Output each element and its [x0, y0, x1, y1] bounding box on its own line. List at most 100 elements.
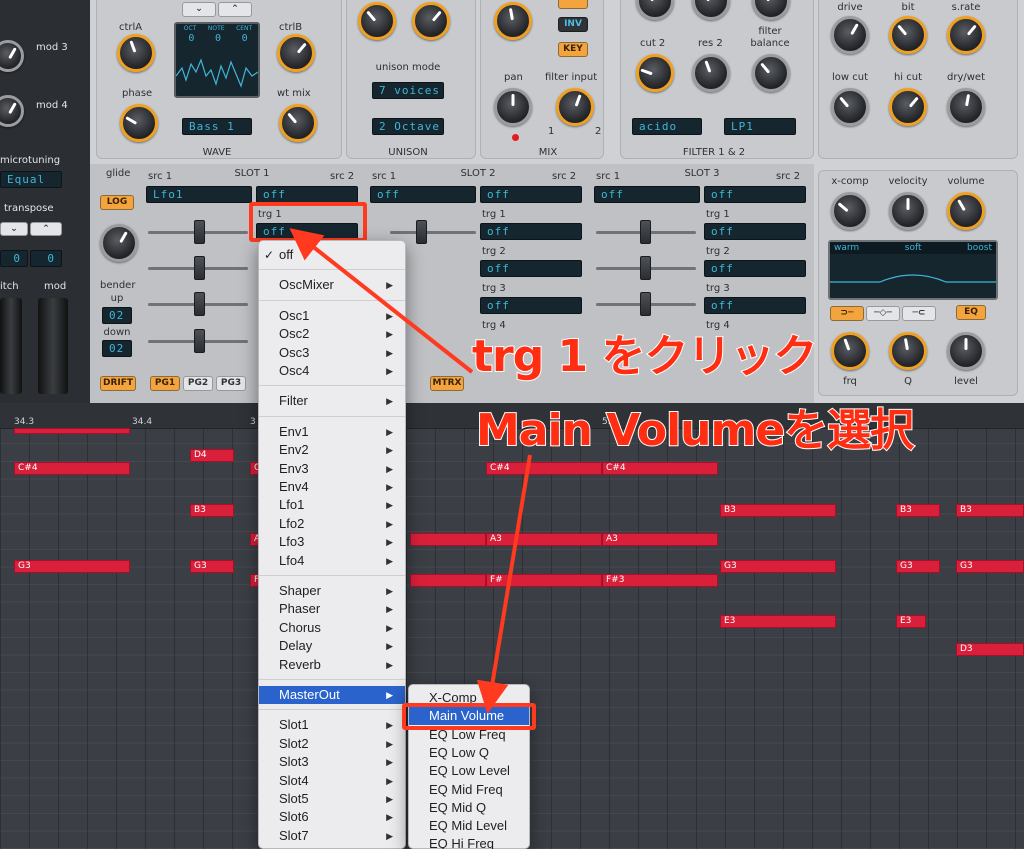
filter-input-knob[interactable]	[556, 88, 594, 126]
ctrlB-knob[interactable]	[277, 34, 315, 72]
note-g3-2[interactable]: G3	[190, 560, 234, 573]
transpose-down-button[interactable]: ⌄	[0, 222, 28, 236]
eq-highshelf-button[interactable]: ─⊂	[902, 306, 936, 321]
submenu-item-eq-hi-freq[interactable]: EQ Hi Freq	[409, 835, 529, 849]
wt-mix-knob[interactable]	[279, 104, 317, 142]
menu-item-osc4[interactable]: Osc4 ▶	[259, 362, 405, 380]
filter1-type-select[interactable]: acido	[632, 118, 702, 135]
slot1-amount1-thumb[interactable]	[194, 220, 205, 244]
menu-item-lfo1[interactable]: Lfo1 ▶	[259, 496, 405, 514]
inv-button[interactable]: INV	[558, 17, 588, 32]
menu-item-masterout[interactable]: MasterOut ▶	[259, 686, 405, 704]
velocity-knob[interactable]	[889, 192, 927, 230]
slot3-trg1-select[interactable]: off	[704, 223, 806, 240]
microtuning-select[interactable]: Equal	[0, 171, 62, 188]
res2-knob[interactable]	[692, 54, 730, 92]
eq-lowshelf-button[interactable]: ⊃─	[830, 306, 864, 321]
note-d4[interactable]: D4	[190, 449, 234, 462]
menu-item-env3[interactable]: Env3 ▶	[259, 460, 405, 478]
fx-bit-knob[interactable]	[889, 16, 927, 54]
slot3-amount2-thumb[interactable]	[640, 256, 651, 280]
mix-knob-top[interactable]	[494, 2, 532, 40]
menu-item-slot1[interactable]: Slot1 ▶	[259, 716, 405, 734]
eq-mode-boost[interactable]: boost	[967, 243, 992, 253]
menu-item-reverb[interactable]: Reverb ▶	[259, 656, 405, 674]
slot3-src2-select[interactable]: off	[704, 186, 806, 203]
note-f#[interactable]: F#	[486, 574, 602, 587]
phase-knob[interactable]	[120, 104, 158, 142]
slot1-amount3-thumb[interactable]	[194, 292, 205, 316]
eq-button[interactable]: EQ	[956, 305, 986, 320]
fx-srate-knob[interactable]	[947, 16, 985, 54]
note-g3-5[interactable]: G3	[956, 560, 1024, 573]
page1-button[interactable]: PG1	[150, 376, 180, 391]
menu-item-lfo4[interactable]: Lfo4 ▶	[259, 552, 405, 570]
eq-mode-warm[interactable]: warm	[834, 243, 859, 253]
fx-lowcut-knob[interactable]	[831, 88, 869, 126]
slot2-amount1-slider[interactable]	[390, 231, 476, 234]
note-b3-1[interactable]: B3	[190, 504, 234, 517]
slot3-amount1-thumb[interactable]	[640, 220, 651, 244]
submenu-item-eq-low-level[interactable]: EQ Low Level	[409, 762, 529, 780]
wave-next-button[interactable]: ⌃	[218, 2, 252, 17]
filter2-type-select[interactable]: LP1	[724, 118, 796, 135]
eq-peak-button[interactable]: ─◇─	[866, 306, 900, 321]
x-comp-knob[interactable]	[831, 192, 869, 230]
unison-knob-1[interactable]	[358, 2, 396, 40]
slot3-src1-select[interactable]: off	[594, 186, 700, 203]
slot3-amount3-thumb[interactable]	[640, 292, 651, 316]
slot2-trg1-select[interactable]: off	[480, 223, 582, 240]
note-a3-1[interactable]: A3	[486, 533, 602, 546]
submenu-item-eq-mid-q[interactable]: EQ Mid Q	[409, 799, 529, 817]
note-c#4-2[interactable]: C#4	[486, 462, 602, 475]
filter-balance-knob[interactable]	[752, 54, 790, 92]
slot1-amount4-thumb[interactable]	[194, 329, 205, 353]
bender-up-value[interactable]: 02	[102, 307, 132, 324]
slot2-src1-select[interactable]: off	[370, 186, 476, 203]
menu-item-chorus[interactable]: Chorus ▶	[259, 619, 405, 637]
note-c#4-3[interactable]: C#4	[602, 462, 718, 475]
menu-item-osc3[interactable]: Osc3 ▶	[259, 344, 405, 362]
note-f#3[interactable]: F#3	[602, 574, 718, 587]
mod-knob-top[interactable]	[0, 40, 24, 72]
menu-item-slot6[interactable]: Slot6 ▶	[259, 808, 405, 826]
ctrlA-knob[interactable]	[117, 34, 155, 72]
note-a3-mid[interactable]	[410, 533, 486, 546]
note-b3-3[interactable]: B3	[896, 504, 940, 517]
note-d3[interactable]: D3	[956, 643, 1024, 656]
menu-item-phaser[interactable]: Phaser ▶	[259, 600, 405, 618]
eq-q-knob[interactable]	[889, 332, 927, 370]
menu-item-osc2[interactable]: Osc2 ▶	[259, 325, 405, 343]
slot3-trg2-select[interactable]: off	[704, 260, 806, 277]
slot1-src1-select[interactable]: Lfo1	[146, 186, 252, 203]
eq-frq-knob[interactable]	[831, 332, 869, 370]
cut2-knob[interactable]	[636, 54, 674, 92]
mix-top-button[interactable]	[558, 0, 588, 9]
menu-item-env1[interactable]: Env1 ▶	[259, 423, 405, 441]
note-c#4-1[interactable]: C#4	[14, 462, 130, 475]
slot2-amount1-thumb[interactable]	[416, 220, 427, 244]
note-g3-1[interactable]: G3	[14, 560, 130, 573]
fx-hicut-knob[interactable]	[889, 88, 927, 126]
menu-item-oscmixer[interactable]: OscMixer ▶	[259, 276, 405, 294]
note-b3-2[interactable]: B3	[720, 504, 836, 517]
fx-drive-knob[interactable]	[831, 16, 869, 54]
note-g3-3[interactable]: G3	[720, 560, 836, 573]
menu-item-shaper[interactable]: Shaper ▶	[259, 582, 405, 600]
bender-down-value[interactable]: 02	[102, 340, 132, 357]
glide-knob[interactable]	[100, 224, 138, 262]
eq-mode-soft[interactable]: soft	[905, 243, 922, 253]
menu-item-off[interactable]: off	[259, 246, 405, 264]
menu-item-filter[interactable]: Filter ▶	[259, 392, 405, 410]
note-b3-4[interactable]: B3	[956, 504, 1024, 517]
volume-knob[interactable]	[947, 192, 985, 230]
unison-octave-select[interactable]: 2 Octave	[372, 118, 444, 135]
menu-item-slot3[interactable]: Slot3 ▶	[259, 753, 405, 771]
note-a3-2[interactable]: A3	[602, 533, 718, 546]
wave-prev-button[interactable]: ⌄	[182, 2, 216, 17]
log-button[interactable]: LOG	[100, 195, 134, 210]
mod4-knob[interactable]	[0, 95, 24, 127]
transpose-up-button[interactable]: ⌃	[30, 222, 62, 236]
slot2-trg2-select[interactable]: off	[480, 260, 582, 277]
eq-level-knob[interactable]	[947, 332, 985, 370]
